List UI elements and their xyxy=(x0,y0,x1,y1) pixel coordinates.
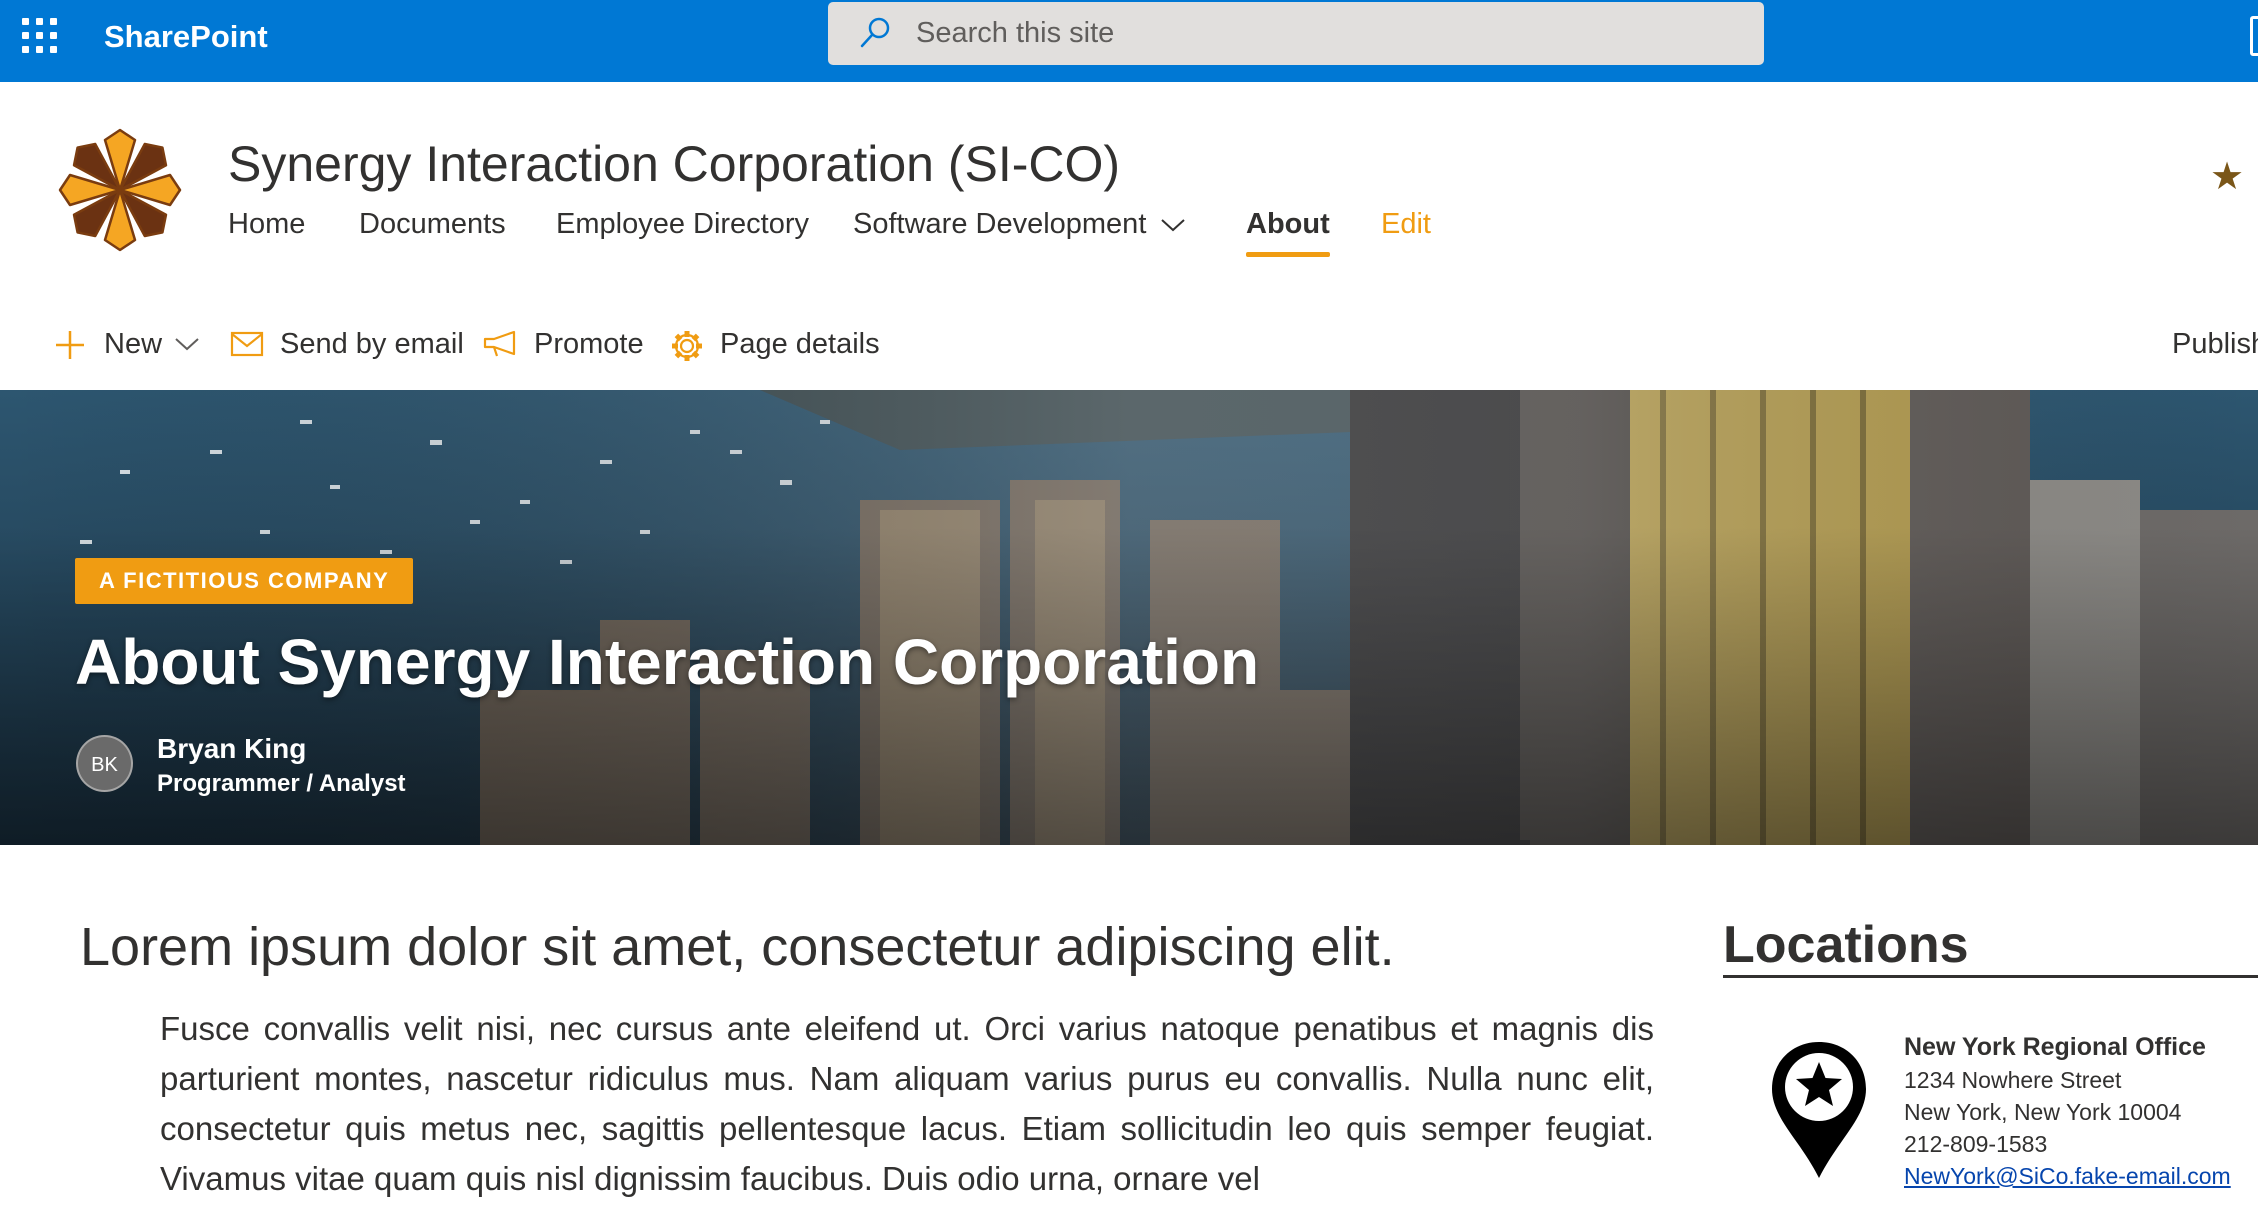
location-street: 1234 Nowhere Street xyxy=(1904,1067,2122,1093)
megaphone-icon xyxy=(483,330,516,357)
chevron-down-icon xyxy=(175,338,199,351)
hero-banner: A FICTITIOUS COMPANY About Synergy Inter… xyxy=(0,390,2258,845)
page-details-button[interactable]: Page details xyxy=(670,324,880,364)
suite-bar: SharePoint xyxy=(0,0,2258,82)
site-header: Synergy Interaction Corporation (SI-CO) … xyxy=(0,82,2258,299)
chevron-down-icon[interactable] xyxy=(1160,217,1186,233)
nav-about[interactable]: About xyxy=(1246,204,1330,257)
mail-icon xyxy=(230,331,264,357)
send-by-email-label: Send by email xyxy=(280,328,464,360)
search-icon xyxy=(860,17,890,48)
nav-software-development-label: Software Development xyxy=(853,208,1147,240)
search-box[interactable] xyxy=(828,2,1764,65)
publish-button[interactable]: Publish xyxy=(2172,324,2258,364)
send-by-email-button[interactable]: Send by email xyxy=(230,324,464,364)
map-pin-star-icon xyxy=(1772,1042,1866,1178)
plus-icon xyxy=(56,331,84,359)
promote-button[interactable]: Promote xyxy=(482,324,644,364)
author-name[interactable]: Bryan King xyxy=(157,732,306,766)
sharepoint-brand-link[interactable]: SharePoint xyxy=(104,18,268,56)
locations-divider xyxy=(1723,975,2258,978)
gear-icon xyxy=(672,331,702,361)
account-icon[interactable] xyxy=(2250,16,2258,56)
command-bar: New Send by email Promote Page details P… xyxy=(0,298,2258,390)
location-city: New York, New York 10004 xyxy=(1904,1099,2182,1125)
avatar[interactable]: BK xyxy=(76,735,133,792)
site-logo[interactable] xyxy=(54,124,186,256)
promote-label: Promote xyxy=(534,328,644,360)
location-name: New York Regional Office xyxy=(1904,1033,2206,1061)
nav-documents[interactable]: Documents xyxy=(359,204,506,244)
content-paragraph: Fusce convallis velit nisi, nec cursus a… xyxy=(160,1010,1654,1197)
nav-home[interactable]: Home xyxy=(228,204,305,244)
location-phone: 212-809-1583 xyxy=(1904,1131,2048,1157)
new-button[interactable]: New xyxy=(54,324,204,364)
author-role: Programmer / Analyst xyxy=(157,770,406,797)
locations-title: Locations xyxy=(1723,916,1969,974)
new-label: New xyxy=(104,328,163,360)
star-icon[interactable]: ★ xyxy=(2210,154,2244,199)
waffle-icon[interactable] xyxy=(22,18,58,54)
nav-software-development[interactable]: Software Development xyxy=(853,204,1186,244)
location-email-link[interactable]: NewYork@SiCo.fake-email.com xyxy=(1904,1160,2231,1192)
nav-edit-link[interactable]: Edit xyxy=(1381,204,1431,244)
nav-employee-directory[interactable]: Employee Directory xyxy=(556,204,809,244)
publish-label: Publish xyxy=(2172,328,2258,360)
site-title[interactable]: Synergy Interaction Corporation (SI-CO) xyxy=(228,134,1120,194)
page-title: About Synergy Interaction Corporation xyxy=(75,626,1260,698)
search-input[interactable] xyxy=(916,2,1736,65)
content-headline: Lorem ipsum dolor sit amet, consectetur … xyxy=(80,917,1395,977)
page-details-label: Page details xyxy=(720,328,880,360)
topic-header: A FICTITIOUS COMPANY xyxy=(75,558,414,604)
